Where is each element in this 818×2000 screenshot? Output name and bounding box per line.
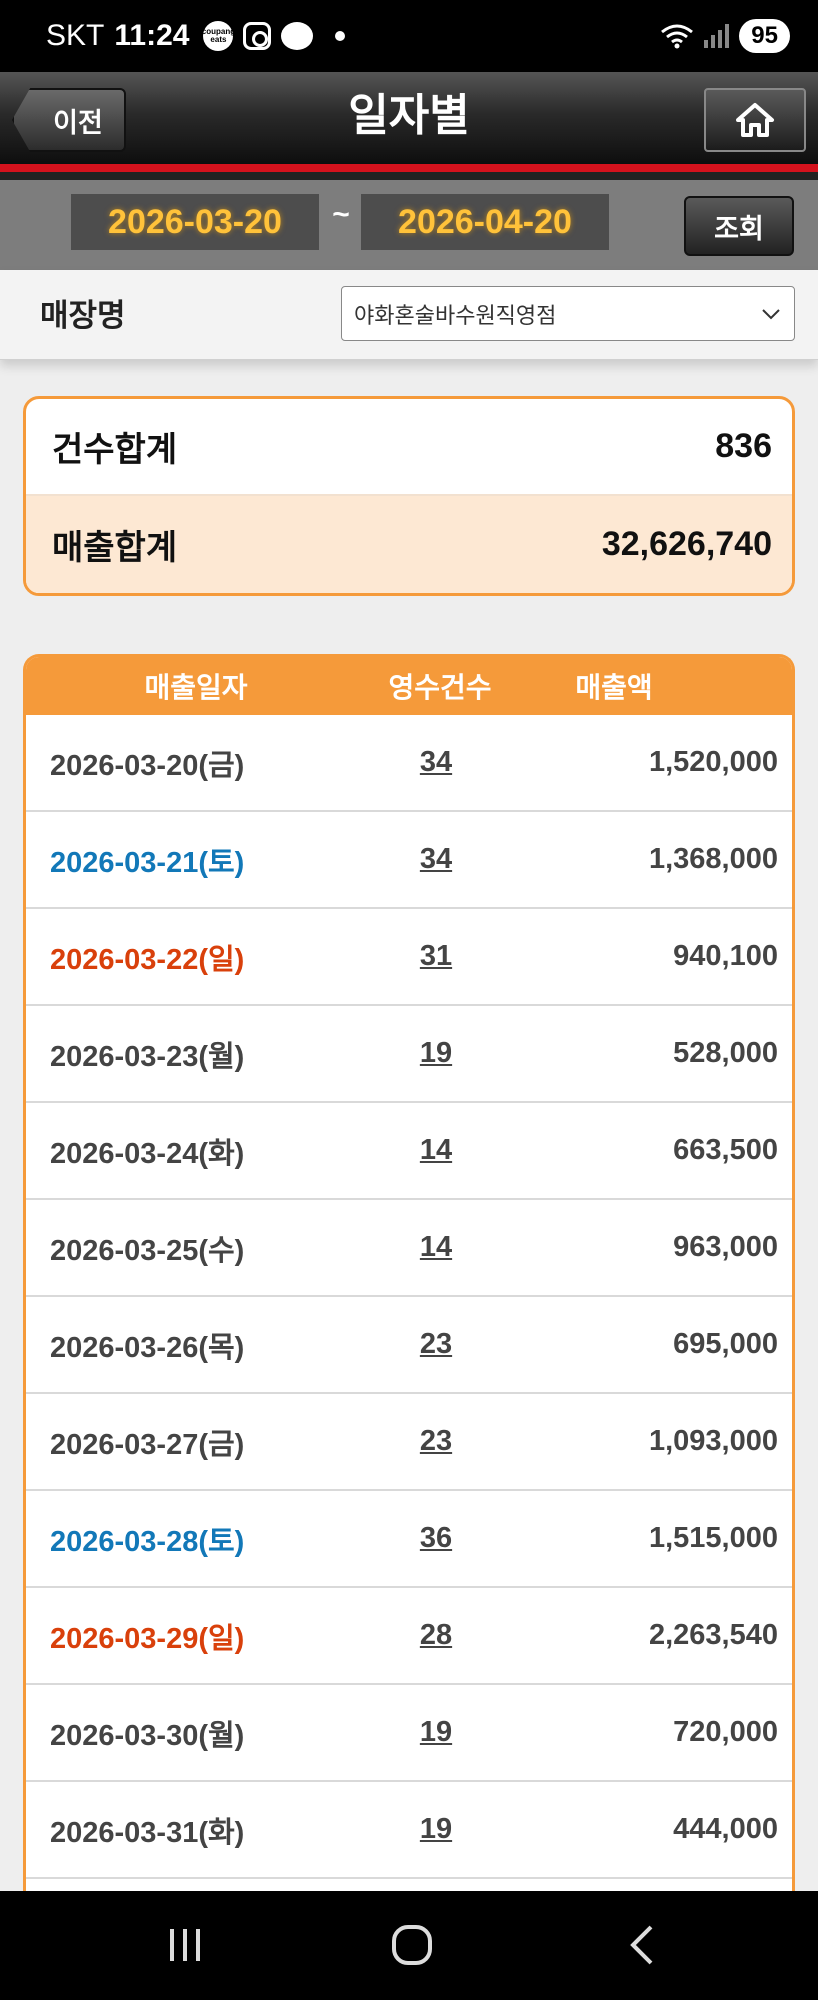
system-indicators: 95 bbox=[660, 19, 790, 53]
table-row: 2026-03-23(월) 19 528,000 bbox=[26, 1006, 792, 1103]
store-select[interactable]: 야화혼술바수원직영점 bbox=[341, 286, 795, 341]
table-row: 2026-03-20(금) 34 1,520,000 bbox=[26, 715, 792, 812]
more-notifications-dot-icon bbox=[335, 31, 346, 41]
receipt-count-link[interactable]: 19 bbox=[388, 1037, 484, 1070]
notification-icons: coupang eats bbox=[202, 21, 346, 51]
sales-amount-cell: 1,368,000 bbox=[648, 843, 778, 875]
receipt-count-link[interactable]: 34 bbox=[388, 843, 484, 876]
table-row: 2026-03-24(화) 14 663,500 bbox=[26, 1103, 792, 1200]
recent-apps-button[interactable] bbox=[140, 1910, 230, 1980]
sales-amount-cell: 963,000 bbox=[673, 1231, 778, 1263]
table-row: 2026-03-21(토) 34 1,368,000 bbox=[26, 812, 792, 909]
nav-back-icon bbox=[630, 1925, 653, 1965]
chevron-down-icon bbox=[762, 309, 780, 320]
sales-date-cell: 2026-03-21(토) bbox=[50, 846, 245, 879]
store-label: 매장명 bbox=[40, 298, 126, 333]
sales-date-cell: 2026-03-23(월) bbox=[50, 1040, 245, 1073]
header-red-divider bbox=[0, 164, 818, 172]
recent-apps-icon bbox=[170, 1929, 200, 1961]
table-row: 2026-03-29(일) 28 2,263,540 bbox=[26, 1588, 792, 1685]
table-row: 2026-03-22(일) 31 940,100 bbox=[26, 909, 792, 1006]
sales-date-cell: 2026-03-24(화) bbox=[50, 1137, 245, 1170]
start-date-field[interactable]: 2026-03-20 bbox=[71, 194, 319, 250]
sales-date-cell: 2026-03-26(목) bbox=[50, 1331, 245, 1364]
table-row: 2026-03-31(화) 19 444,000 bbox=[26, 1782, 792, 1879]
sales-total-row: 매출합계 32,626,740 bbox=[26, 496, 792, 593]
receipt-count-link[interactable]: 28 bbox=[388, 1619, 484, 1652]
sales-date-cell: 2026-03-25(수) bbox=[50, 1234, 245, 1267]
chat-icon bbox=[281, 22, 314, 50]
table-row: 2026-03-27(금) 23 1,093,000 bbox=[26, 1394, 792, 1491]
sales-date-cell: 2026-03-31(화) bbox=[50, 1816, 245, 1849]
table-body: 2026-03-20(금) 34 1,520,000 2026-03-21(토) 34 1… bbox=[26, 715, 792, 1879]
table-row: 2026-03-25(수) 14 963,000 bbox=[26, 1200, 792, 1297]
nav-home-button[interactable] bbox=[367, 1910, 457, 1980]
sales-amount-cell: 1,515,000 bbox=[648, 1522, 778, 1554]
column-header-date: 매출일자 bbox=[144, 672, 248, 703]
home-button[interactable] bbox=[704, 88, 806, 152]
sales-date-cell: 2026-03-29(일) bbox=[50, 1622, 245, 1655]
receipt-count-link[interactable]: 34 bbox=[388, 746, 484, 779]
receipt-count-link[interactable]: 31 bbox=[388, 940, 484, 973]
search-button[interactable]: 조회 bbox=[684, 196, 794, 256]
receipt-count-link[interactable]: 23 bbox=[388, 1328, 484, 1361]
daily-sales-table: 매출일자 영수건수 매출액 2026-03-20(금) 34 1,520,000 20… bbox=[23, 654, 795, 1894]
sales-amount-cell: 663,500 bbox=[673, 1134, 778, 1166]
sales-date-cell: 2026-03-27(금) bbox=[50, 1428, 245, 1461]
receipt-count-link[interactable]: 19 bbox=[388, 1813, 484, 1846]
sales-date-cell: 2026-03-22(일) bbox=[50, 943, 245, 976]
sales-total-value: 32,626,740 bbox=[601, 525, 772, 563]
table-row: 2026-03-26(목) 23 695,000 bbox=[26, 1297, 792, 1394]
sales-amount-cell: 1,520,000 bbox=[648, 746, 778, 778]
carrier-text: SKT bbox=[46, 19, 105, 52]
date-range-separator: ~ bbox=[332, 198, 350, 231]
sales-amount-cell: 444,000 bbox=[673, 1813, 778, 1845]
sales-amount-cell: 695,000 bbox=[673, 1328, 778, 1360]
sales-amount-cell: 940,100 bbox=[673, 940, 778, 972]
summary-box: 건수합계 836 매출합계 32,626,740 bbox=[23, 396, 795, 596]
sales-amount-cell: 720,000 bbox=[673, 1716, 778, 1748]
coupang-eats-icon: coupang eats bbox=[202, 21, 235, 51]
sales-amount-cell: 1,093,000 bbox=[648, 1425, 778, 1457]
table-row: 2026-03-28(토) 36 1,515,000 bbox=[26, 1491, 792, 1588]
receipt-count-link[interactable]: 14 bbox=[388, 1134, 484, 1167]
column-header-count: 영수건수 bbox=[388, 672, 492, 703]
end-date-field[interactable]: 2026-04-20 bbox=[361, 194, 609, 250]
receipt-count-link[interactable]: 14 bbox=[388, 1231, 484, 1264]
table-row: 2026-03-30(월) 19 720,000 bbox=[26, 1685, 792, 1782]
store-selected-value: 야화혼술바수원직영점 bbox=[354, 302, 557, 328]
clock-time: 11:24 bbox=[114, 19, 190, 52]
back-button[interactable]: 이전 bbox=[12, 88, 126, 152]
sales-date-cell: 2026-03-30(월) bbox=[50, 1719, 245, 1752]
receipt-count-link[interactable]: 23 bbox=[388, 1425, 484, 1458]
sales-date-cell: 2026-03-28(토) bbox=[50, 1525, 245, 1558]
battery-indicator: 95 bbox=[739, 19, 790, 53]
wifi-icon bbox=[661, 24, 694, 49]
sales-amount-cell: 528,000 bbox=[673, 1037, 778, 1069]
home-icon bbox=[736, 103, 774, 137]
count-total-row: 건수합계 836 bbox=[26, 399, 792, 496]
count-total-label: 건수합계 bbox=[52, 431, 178, 469]
instagram-icon bbox=[243, 22, 272, 50]
sales-date-cell: 2026-03-20(금) bbox=[50, 749, 245, 782]
receipt-count-link[interactable]: 36 bbox=[388, 1522, 484, 1555]
receipt-count-link[interactable]: 19 bbox=[388, 1716, 484, 1749]
status-bar: SKT 11:24 coupang eats 95 bbox=[0, 0, 818, 72]
sales-total-label: 매출합계 bbox=[52, 529, 178, 567]
nav-home-icon bbox=[392, 1925, 432, 1965]
column-header-amount: 매출액 bbox=[575, 672, 653, 703]
header-bottom-divider bbox=[0, 172, 818, 180]
count-total-value: 836 bbox=[715, 427, 772, 465]
table-header: 매출일자 영수건수 매출액 bbox=[26, 657, 792, 715]
signal-icon bbox=[704, 24, 730, 48]
sales-amount-cell: 2,263,540 bbox=[648, 1619, 778, 1651]
nav-back-button[interactable] bbox=[597, 1910, 687, 1980]
